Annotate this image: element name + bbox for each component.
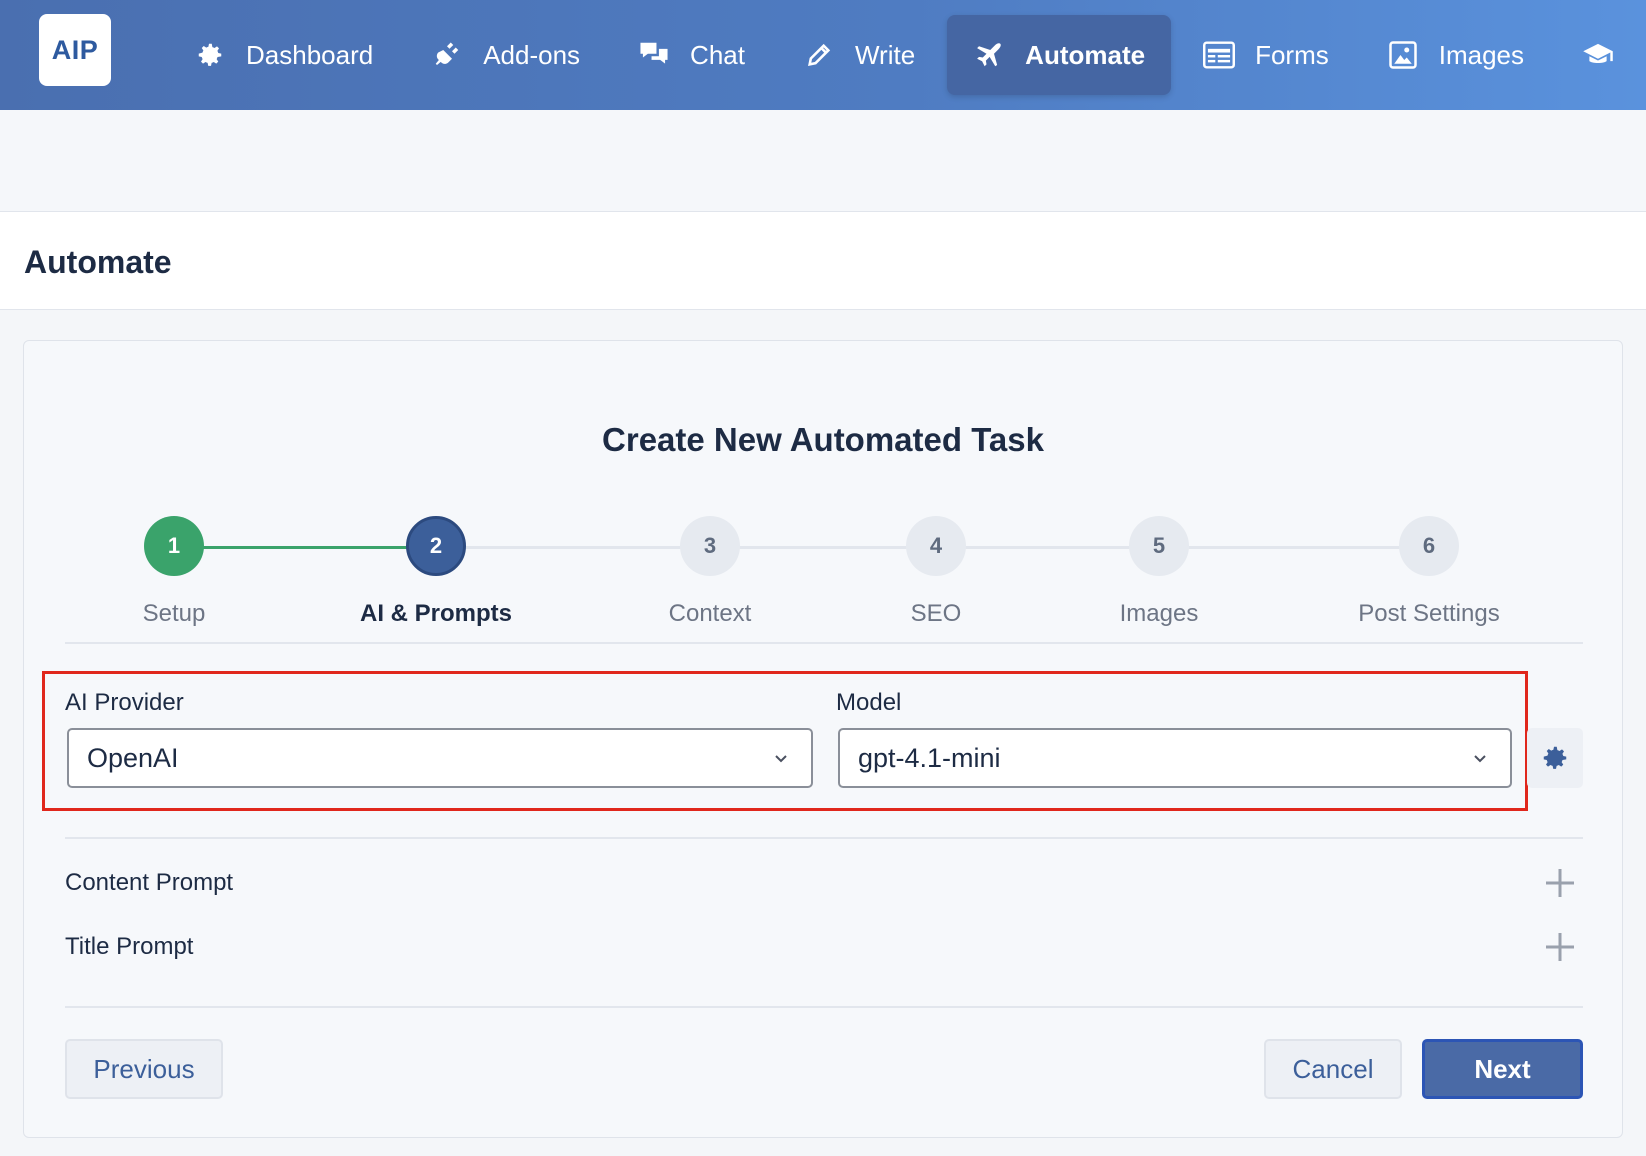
nav-forms[interactable]: Forms — [1177, 15, 1355, 95]
cancel-button[interactable]: Cancel — [1264, 1039, 1402, 1099]
step-label: AI & Prompts — [359, 600, 512, 627]
step-label: Context — [668, 600, 752, 627]
model-label: Model — [836, 689, 902, 716]
step-ai-prompts[interactable]: 2 AI & Prompts — [336, 506, 536, 628]
nav-automate[interactable]: Automate — [947, 15, 1172, 95]
wizard-title: Create New Automated Task — [602, 421, 1044, 458]
notice-strip — [0, 110, 1646, 212]
model-select[interactable]: gpt-4.1-mini — [838, 728, 1512, 788]
gear-icon — [194, 39, 226, 71]
form-icon — [1203, 39, 1236, 71]
step-seo[interactable]: 4 SEO — [836, 506, 1036, 628]
step-number: 2 — [406, 516, 466, 576]
provider-select[interactable]: OpenAI — [67, 728, 813, 788]
app-logo[interactable]: AIP — [39, 14, 111, 86]
nav-addons[interactable]: Add-ons — [405, 15, 606, 95]
nav-write-label: Write — [854, 39, 916, 70]
plane-icon — [973, 39, 1005, 71]
step-number: 4 — [906, 516, 966, 576]
divider — [65, 837, 1583, 839]
title-prompt-label[interactable]: Title Prompt — [65, 933, 193, 961]
expand-title-prompt-icon[interactable] — [1544, 931, 1576, 963]
step-images[interactable]: 5 Images — [1059, 506, 1259, 628]
divider — [65, 1006, 1583, 1008]
top-navbar: AIP Dashboard Add-ons Chat Write Automat… — [0, 0, 1646, 110]
step-number: 1 — [144, 516, 204, 576]
main-nav: Dashboard Add-ons Chat Write Automate Fo… — [168, 0, 1646, 110]
next-button[interactable]: Next — [1422, 1039, 1583, 1099]
nav-dashboard-label: Dashboard — [246, 39, 374, 70]
step-number: 6 — [1399, 516, 1459, 576]
expand-content-prompt-icon[interactable] — [1544, 867, 1576, 899]
page-title: Automate — [24, 244, 172, 280]
divider — [65, 642, 1583, 644]
pencil-icon — [803, 39, 835, 71]
chat-icon — [638, 39, 670, 71]
nav-images-label: Images — [1438, 39, 1525, 70]
nav-images[interactable]: Images — [1361, 15, 1550, 95]
nav-write[interactable]: Write — [777, 15, 941, 95]
step-label: SEO — [910, 600, 962, 627]
step-number: 3 — [680, 516, 740, 576]
wizard-stepper: 1 Setup 2 AI & Prompts 3 Context 4 SEO 5… — [24, 506, 1622, 628]
step-number: 5 — [1129, 516, 1189, 576]
provider-value: OpenAI — [87, 742, 179, 773]
nav-chat[interactable]: Chat — [612, 15, 771, 95]
wizard-card: Create New Automated Task 1 Setup 2 AI &… — [23, 340, 1623, 1138]
nav-automate-label: Automate — [1025, 39, 1146, 70]
provider-label: AI Provider — [65, 689, 184, 716]
nav-chat-label: Chat — [690, 39, 745, 70]
model-value: gpt-4.1-mini — [858, 742, 1001, 773]
chevron-down-icon — [1474, 755, 1486, 763]
chevron-down-icon — [775, 755, 787, 763]
image-icon — [1387, 39, 1419, 71]
step-label: Post Settings — [1358, 600, 1500, 627]
gear-icon — [1543, 746, 1567, 769]
step-label: Setup — [142, 600, 206, 627]
step-setup[interactable]: 1 Setup — [74, 506, 274, 628]
nav-forms-label: Forms — [1255, 39, 1329, 70]
plug-icon — [431, 39, 463, 71]
nav-learn[interactable] — [1556, 15, 1646, 95]
model-settings-button[interactable] — [1527, 728, 1583, 788]
step-post-settings[interactable]: 6 Post Settings — [1329, 506, 1529, 628]
previous-button[interactable]: Previous — [65, 1039, 223, 1099]
content-prompt-label[interactable]: Content Prompt — [65, 869, 233, 897]
step-context[interactable]: 3 Context — [610, 506, 810, 628]
nav-dashboard[interactable]: Dashboard — [168, 15, 399, 95]
page-header: Automate — [0, 212, 1646, 310]
graduation-cap-icon — [1582, 39, 1614, 71]
step-label: Images — [1119, 600, 1199, 627]
nav-addons-label: Add-ons — [483, 39, 581, 70]
